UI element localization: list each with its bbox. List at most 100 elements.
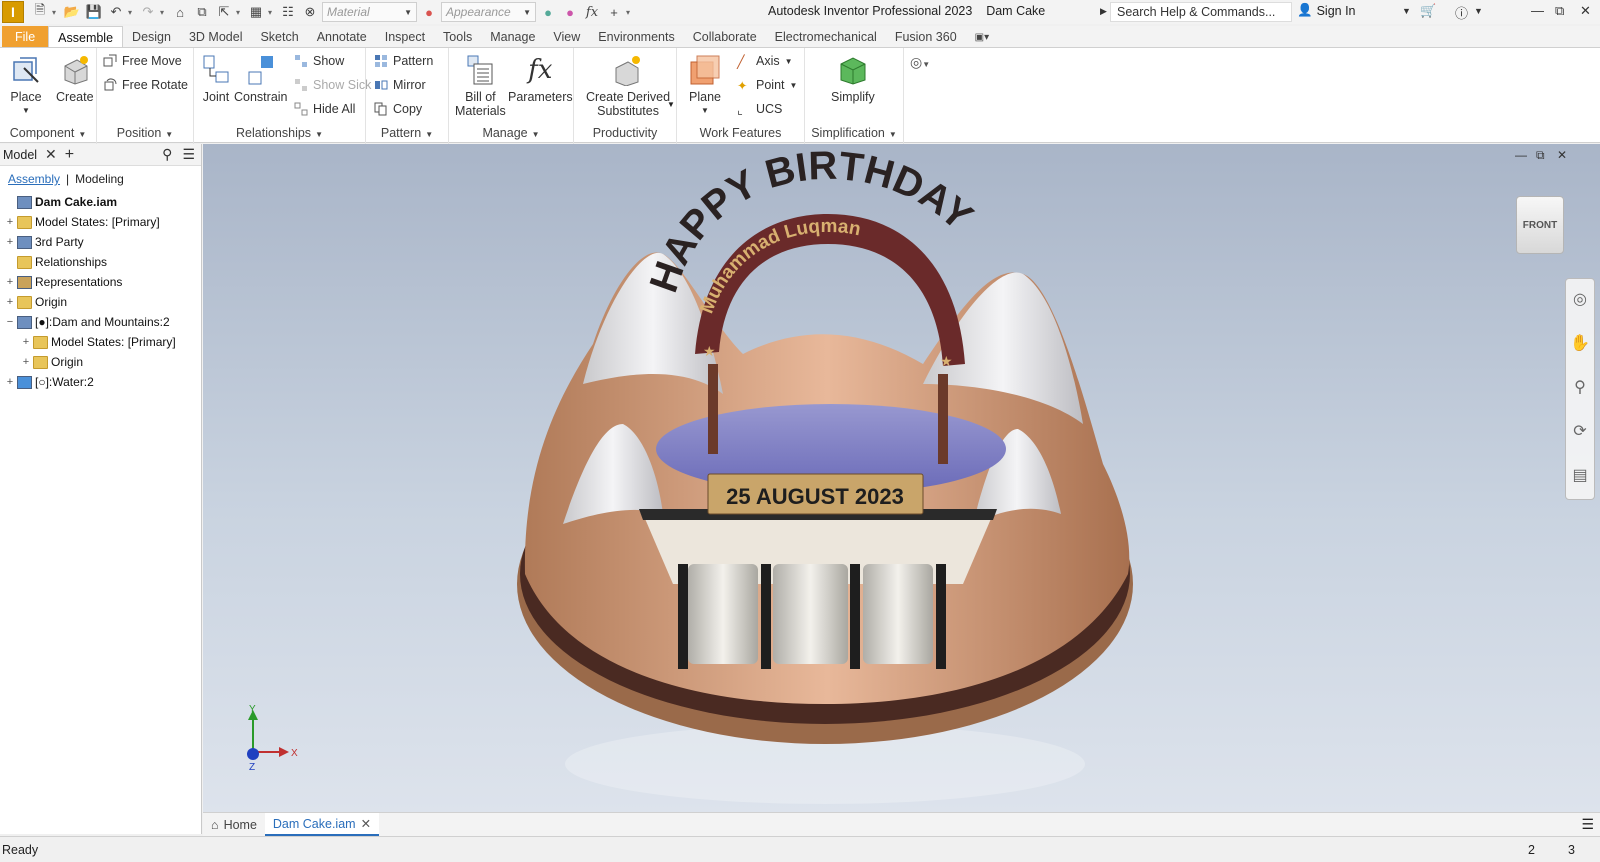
constrain-button[interactable]: Constrain: [234, 54, 288, 104]
update-dropdown-icon[interactable]: ▾: [268, 8, 276, 17]
help-dropdown-icon[interactable]: ▼: [1474, 6, 1483, 16]
look-at-icon[interactable]: ▤: [1572, 465, 1587, 485]
close-icon[interactable]: ✕: [1580, 3, 1591, 19]
graphics-viewport[interactable]: — ⧉ ✕ 25 AUGUST 2023 Muhammad Luqman HAP…: [203, 144, 1600, 812]
derived-dropdown-icon[interactable]: ▼: [667, 100, 675, 109]
inventor-logo-icon[interactable]: I: [2, 1, 24, 23]
tree-node[interactable]: + Origin: [2, 292, 201, 312]
browser-tab-model[interactable]: Model: [3, 148, 37, 162]
tab-manage[interactable]: Manage: [481, 26, 544, 48]
select-dropdown-icon[interactable]: ▾: [236, 8, 244, 17]
tree-expander-icon[interactable]: +: [20, 356, 32, 368]
free-rotate-button[interactable]: Free Rotate: [103, 78, 188, 92]
viewcube[interactable]: FRONT: [1516, 196, 1564, 254]
tree-node[interactable]: + [○]:Water:2: [2, 372, 201, 392]
tree-node[interactable]: + Origin: [2, 352, 201, 372]
show-sick-button[interactable]: Show Sick: [294, 78, 371, 92]
tab-fusion-360[interactable]: Fusion 360: [886, 26, 966, 48]
tree-expander-icon[interactable]: +: [4, 276, 16, 288]
tab-inspect[interactable]: Inspect: [376, 26, 434, 48]
search-expand-icon[interactable]: ▶: [1100, 6, 1107, 17]
material-combo[interactable]: Material ▼: [322, 2, 417, 22]
tree-expander-icon[interactable]: +: [4, 216, 16, 228]
manage-panel-label[interactable]: Manage ▼: [449, 126, 573, 140]
zoom-icon[interactable]: ⚲: [1574, 377, 1586, 397]
tree-node[interactable]: +3rd Party: [2, 232, 201, 252]
tab-tools[interactable]: Tools: [434, 26, 481, 48]
point-button[interactable]: ✦ Point ▼: [737, 78, 797, 93]
doc-tabs-menu-icon[interactable]: ☰: [1581, 816, 1594, 833]
show-button[interactable]: Show: [294, 54, 344, 68]
pattern-panel-label[interactable]: Pattern ▼: [366, 126, 448, 140]
bill-of-materials-button[interactable]: Bill of Materials: [455, 54, 506, 118]
tree-expander-icon[interactable]: −: [4, 316, 16, 328]
orbit-icon[interactable]: ⟳: [1573, 421, 1586, 441]
new-dropdown-icon[interactable]: ▾: [52, 8, 60, 17]
joint-button[interactable]: Joint: [200, 54, 232, 104]
subtab-modeling[interactable]: Modeling: [75, 172, 124, 186]
tab-sketch[interactable]: Sketch: [251, 26, 307, 48]
simplify-button[interactable]: Simplify: [831, 54, 875, 104]
pan-icon[interactable]: ✋: [1570, 333, 1590, 353]
tab-view[interactable]: View: [544, 26, 589, 48]
tree-node[interactable]: Dam Cake.iam: [2, 192, 201, 212]
hide-all-button[interactable]: Hide All: [294, 102, 355, 116]
tree-node[interactable]: + Representations: [2, 272, 201, 292]
tree-expander-icon[interactable]: +: [4, 236, 16, 248]
select-icon[interactable]: ⇱: [214, 2, 234, 22]
undo-dropdown-icon[interactable]: ▾: [128, 8, 136, 17]
signin-dropdown-icon[interactable]: ▼: [1402, 6, 1411, 16]
update-icon[interactable]: ▦: [246, 2, 266, 22]
qat-customize-icon[interactable]: ▾: [626, 8, 634, 17]
axis-button[interactable]: ╱ Axis ▼: [737, 54, 793, 69]
clear-appearance-icon[interactable]: ●: [538, 2, 558, 22]
redo-dropdown-icon[interactable]: ▾: [160, 8, 168, 17]
plane-button[interactable]: Plane ▼: [689, 54, 721, 118]
search-input[interactable]: Search Help & Commands...: [1110, 2, 1292, 22]
browser-add-icon[interactable]: +: [65, 146, 74, 164]
tab-file[interactable]: File: [2, 26, 49, 48]
tree-node[interactable]: + Model States: [Primary]: [2, 212, 201, 232]
position-panel-label[interactable]: Position ▼: [97, 126, 193, 140]
create-derived-substitutes-button[interactable]: Create Derived Substitutes: [586, 54, 670, 118]
tree-node[interactable]: Relationships: [2, 252, 201, 272]
tab-3d-model[interactable]: 3D Model: [180, 26, 252, 48]
open-icon[interactable]: 📂: [62, 2, 82, 22]
create-button[interactable]: Create: [56, 54, 94, 104]
free-move-button[interactable]: Free Move: [103, 54, 182, 68]
dam-cake-model[interactable]: 25 AUGUST 2023 Muhammad Luqman HAPPY BIR…: [203, 144, 1600, 812]
tree-expander-icon[interactable]: +: [20, 336, 32, 348]
simplification-panel-label[interactable]: Simplification ▼: [805, 126, 903, 140]
undo-icon[interactable]: ↶: [106, 2, 126, 22]
tree-expander-icon[interactable]: +: [4, 296, 16, 308]
tab-electromechanical[interactable]: Electromechanical: [766, 26, 886, 48]
minimize-icon[interactable]: —: [1531, 3, 1544, 18]
tab-design[interactable]: Design: [123, 26, 180, 48]
fx-icon[interactable]: fx: [582, 2, 602, 22]
copy-button[interactable]: Copy: [374, 102, 422, 116]
cart-icon[interactable]: 🛒: [1420, 3, 1436, 19]
doc-tab-dam-cake[interactable]: Dam Cake.iam ✕: [264, 813, 380, 836]
pattern-button[interactable]: Pattern: [374, 54, 433, 68]
ribbon-display-options-icon[interactable]: ▣▾: [966, 26, 998, 48]
restore-icon[interactable]: ⧉: [1555, 3, 1564, 19]
tab-environments[interactable]: Environments: [589, 26, 683, 48]
browser-close-icon[interactable]: ✕: [45, 146, 57, 163]
doc-tab-home[interactable]: ⌂ Home: [203, 813, 265, 836]
adjust-icon[interactable]: ⊗: [300, 2, 320, 22]
relationships-panel-label[interactable]: Relationships ▼: [194, 126, 365, 140]
appearance-combo[interactable]: Appearance ▼: [441, 2, 536, 22]
steering-wheel-icon[interactable]: ◎: [1573, 289, 1587, 309]
tab-annotate[interactable]: Annotate: [308, 26, 376, 48]
ucs-button[interactable]: ⌞ UCS: [737, 102, 782, 117]
home-icon[interactable]: ⌂: [170, 2, 190, 22]
tab-assemble[interactable]: Assemble: [48, 26, 124, 48]
mirror-button[interactable]: Mirror: [374, 78, 426, 92]
save-icon[interactable]: 💾: [84, 2, 104, 22]
browser-search-icon[interactable]: ⚲: [162, 146, 172, 163]
component-panel-label[interactable]: Component ▼: [0, 126, 96, 140]
subtab-assembly[interactable]: Assembly: [8, 172, 60, 186]
tab-collaborate[interactable]: Collaborate: [684, 26, 766, 48]
window-icon[interactable]: ⧉: [192, 2, 212, 22]
tree-node[interactable]: − [●]:Dam and Mountains:2: [2, 312, 201, 332]
